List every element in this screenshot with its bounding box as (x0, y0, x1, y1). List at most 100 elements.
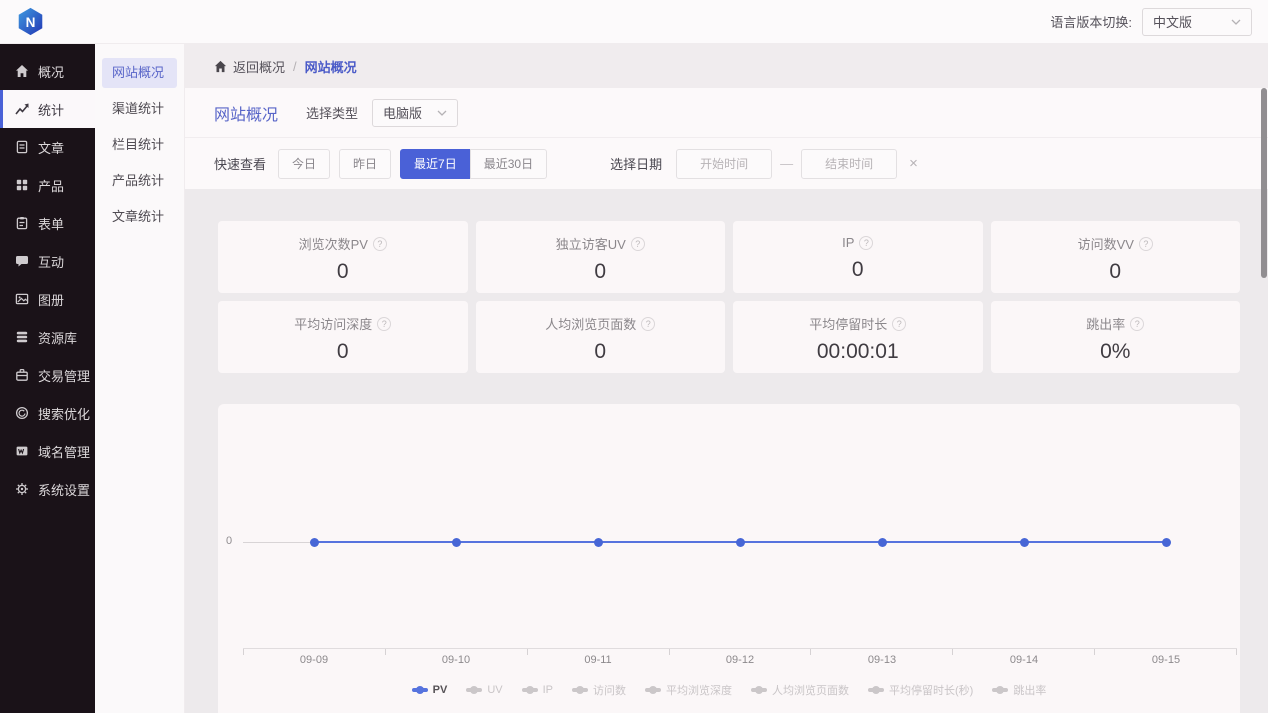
sidebar-item-domain[interactable]: 域名管理 (0, 432, 95, 470)
article-icon (15, 140, 29, 154)
x-axis-label: 09-11 (527, 654, 669, 666)
legend-item[interactable]: 访问数 (572, 682, 626, 698)
legend-marker-icon (522, 688, 538, 692)
sidebar-item-label: 图册 (38, 290, 64, 309)
breadcrumb-separator: / (293, 59, 297, 74)
legend-item[interactable]: 人均浏览页面数 (751, 682, 849, 698)
sidebar-item-articles[interactable]: 文章 (0, 128, 95, 166)
sidebar-item-statistics[interactable]: 统计 (0, 90, 95, 128)
subnav-item[interactable]: 文章统计 (102, 202, 177, 232)
stat-value: 0 (733, 258, 983, 282)
language-switcher: 语言版本切换: 中文版 (1050, 8, 1252, 36)
data-point (1020, 538, 1029, 547)
sidebar-item-label: 产品 (38, 176, 64, 195)
legend-item[interactable]: 跳出率 (992, 682, 1046, 698)
legend-item[interactable]: PV (412, 682, 448, 698)
chat-icon (15, 254, 29, 268)
topbar: N 语言版本切换: 中文版 (0, 0, 1268, 44)
primary-sidebar: 概况 统计 文章 产品 表单 互动 图册 (0, 44, 95, 713)
sidebar-item-label: 表单 (38, 214, 64, 233)
date-range-label: 选择日期 (610, 154, 662, 173)
help-icon[interactable]: ? (373, 237, 387, 251)
type-select[interactable]: 电脑版 (372, 99, 458, 127)
stat-value: 0 (218, 340, 468, 364)
home-icon (15, 64, 29, 78)
help-icon[interactable]: ? (377, 317, 391, 331)
legend-item[interactable]: 平均停留时长(秒) (868, 682, 973, 698)
sidebar-item-settings[interactable]: 系统设置 (0, 470, 95, 508)
end-date-input[interactable] (801, 149, 897, 179)
quick-view-label: 快速查看 (214, 154, 266, 173)
help-icon[interactable]: ? (1130, 317, 1144, 331)
legend-item[interactable]: 平均浏览深度 (645, 682, 732, 698)
sidebar-item-seo[interactable]: 搜索优化 (0, 394, 95, 432)
type-select-value: 电脑版 (383, 103, 422, 122)
form-icon (15, 216, 29, 230)
sidebar-item-overview[interactable]: 概况 (0, 52, 95, 90)
stat-value: 00:00:01 (733, 340, 983, 364)
help-icon[interactable]: ? (631, 237, 645, 251)
start-date-input[interactable] (676, 149, 772, 179)
quick-btn-last7days[interactable]: 最近7日 (400, 149, 471, 179)
sidebar-item-label: 互动 (38, 252, 64, 271)
legend-marker-icon (992, 688, 1008, 692)
data-point (310, 538, 319, 547)
language-label: 语言版本切换: (1050, 12, 1132, 31)
logo-letter: N (26, 15, 36, 30)
quick-btn-last30days[interactable]: 最近30日 (470, 149, 547, 179)
traffic-line-chart: 0 09-0909-1009-1109-1209-1309-1409-15 PV… (218, 404, 1240, 713)
clear-date-icon[interactable]: × (909, 155, 918, 172)
help-icon[interactable]: ? (859, 236, 873, 250)
stat-card-pv: 浏览次数PV? 0 (218, 221, 468, 293)
sidebar-item-forms[interactable]: 表单 (0, 204, 95, 242)
legend-marker-icon (412, 688, 428, 692)
legend-marker-icon (751, 688, 767, 692)
breadcrumb-back-link[interactable]: 返回概况 (214, 57, 285, 76)
x-axis-label: 09-13 (811, 654, 953, 666)
legend-item[interactable]: IP (522, 682, 553, 698)
sidebar-item-resources[interactable]: 资源库 (0, 318, 95, 356)
chevron-down-icon (1231, 19, 1241, 25)
help-icon[interactable]: ? (892, 317, 906, 331)
legend-label: PV (433, 684, 448, 696)
subnav-item[interactable]: 产品统计 (102, 166, 177, 196)
help-icon[interactable]: ? (1139, 237, 1153, 251)
home-icon (214, 60, 227, 73)
legend-marker-icon (868, 688, 884, 692)
legend-label: 平均浏览深度 (666, 682, 732, 698)
stat-card-uv: 独立访客UV? 0 (476, 221, 726, 293)
language-select-value: 中文版 (1153, 12, 1192, 31)
legend-label: IP (543, 684, 553, 696)
subnav-item[interactable]: 渠道统计 (102, 94, 177, 124)
legend-label: 人均浏览页面数 (772, 682, 849, 698)
sidebar-item-gallery[interactable]: 图册 (0, 280, 95, 318)
stat-card-pages-per-visit: 人均浏览页面数? 0 (476, 301, 726, 373)
x-axis-label: 09-09 (243, 654, 385, 666)
sidebar-item-label: 资源库 (38, 328, 77, 347)
legend-label: 跳出率 (1013, 682, 1046, 698)
domain-icon (15, 444, 29, 458)
leading-line-segment (243, 542, 314, 543)
sidebar-item-label: 交易管理 (38, 366, 90, 385)
sidebar-item-trade[interactable]: 交易管理 (0, 356, 95, 394)
subnav-item[interactable]: 网站概况 (102, 58, 177, 88)
breadcrumb-current: 网站概况 (305, 57, 357, 76)
sidebar-item-products[interactable]: 产品 (0, 166, 95, 204)
legend-label: 访问数 (593, 682, 626, 698)
stat-value: 0 (991, 260, 1241, 284)
legend-label: 平均停留时长(秒) (889, 682, 973, 698)
subnav-item[interactable]: 栏目统计 (102, 130, 177, 160)
app-logo[interactable]: N (16, 7, 45, 36)
help-icon[interactable]: ? (641, 317, 655, 331)
sidebar-item-interaction[interactable]: 互动 (0, 242, 95, 280)
data-point (452, 538, 461, 547)
stat-value: 0% (991, 340, 1241, 364)
language-select[interactable]: 中文版 (1142, 8, 1252, 36)
quick-btn-yesterday[interactable]: 昨日 (339, 149, 391, 179)
legend-item[interactable]: UV (466, 682, 502, 698)
quick-btn-today[interactable]: 今日 (278, 149, 330, 179)
vertical-scrollbar-thumb[interactable] (1261, 88, 1267, 278)
data-point (594, 538, 603, 547)
sidebar-item-label: 域名管理 (38, 442, 90, 461)
seo-icon (15, 406, 29, 420)
